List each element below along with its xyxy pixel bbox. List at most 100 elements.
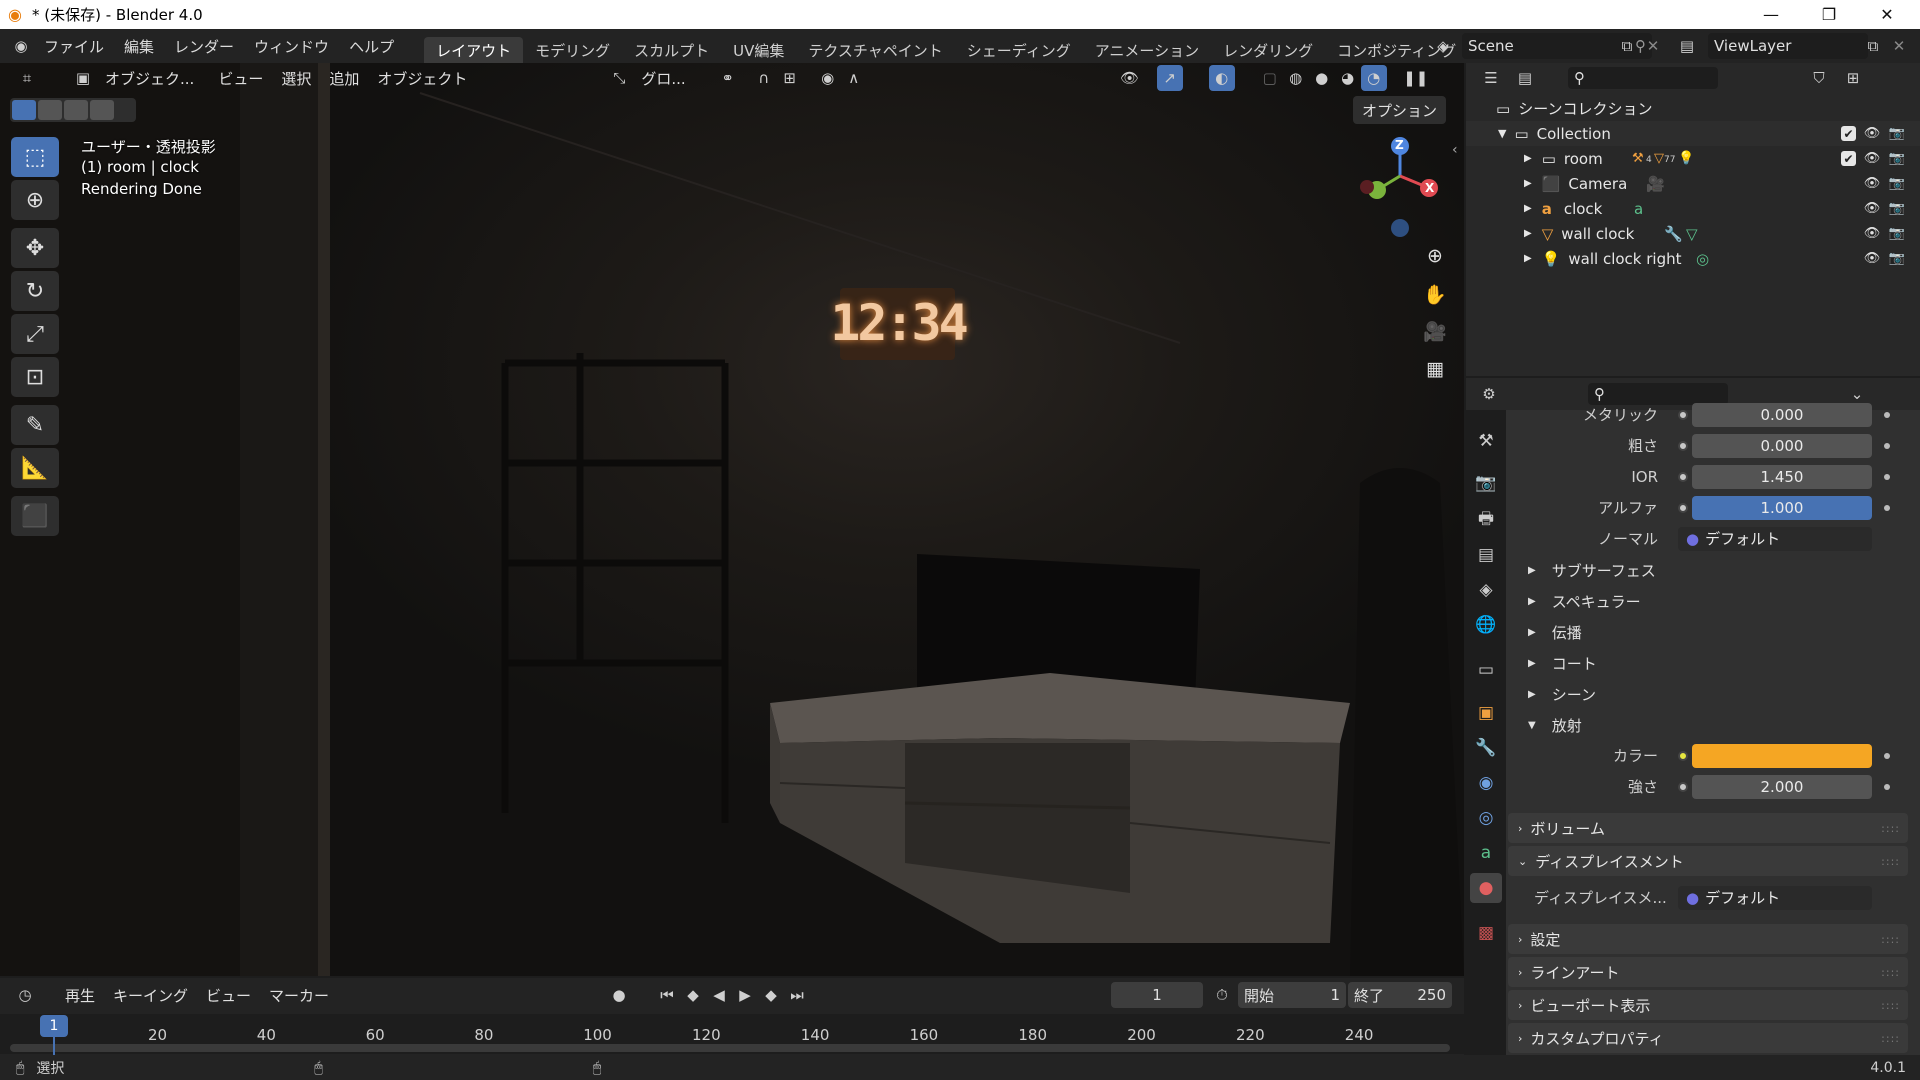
visibility-eye-icon[interactable]: 👁: [1863, 225, 1881, 243]
outliner-editor-icon[interactable]: ☰: [1478, 65, 1504, 91]
render-camera-icon[interactable]: 📷: [1888, 150, 1906, 168]
render-camera-icon[interactable]: 📷: [1888, 250, 1906, 268]
tab-uv[interactable]: UV編集: [721, 37, 796, 63]
outliner-item-camera[interactable]: ▶ ⬛ Camera 🎥 👁 📷: [1466, 171, 1920, 196]
expand-icon[interactable]: ▶: [1524, 203, 1532, 214]
outliner-item-room[interactable]: ▶ ▭ room ⚒ 4 ▽ 77 💡 ✔ 👁 📷: [1466, 146, 1920, 171]
subsection-transmission[interactable]: ▶ 伝播: [1512, 618, 1912, 646]
visibility-eye-icon[interactable]: 👁: [1863, 250, 1881, 268]
expand-icon[interactable]: ▶: [1524, 153, 1532, 164]
tool-tab-icon[interactable]: ⚒: [1470, 426, 1502, 456]
socket-dot[interactable]: [1678, 750, 1688, 761]
keyframe-dot[interactable]: [1884, 504, 1890, 511]
render-camera-icon[interactable]: 📷: [1888, 125, 1906, 143]
menu-edit[interactable]: 編集: [114, 29, 164, 63]
display-mode-icon[interactable]: ▤: [1512, 65, 1538, 91]
displacement-field[interactable]: ● デフォルト: [1678, 885, 1872, 910]
render-camera-icon[interactable]: 📷: [1888, 175, 1906, 193]
timeline-scrollbar[interactable]: [10, 1044, 1450, 1052]
emission-color-swatch[interactable]: [1692, 743, 1872, 768]
frame-end-field[interactable]: 終了 250: [1348, 982, 1452, 1008]
playhead-label[interactable]: 1: [40, 1015, 68, 1037]
play-icon[interactable]: ▶: [732, 982, 758, 1008]
visibility-eye-icon[interactable]: 👁: [1863, 150, 1881, 168]
normal-field[interactable]: ● デフォルト: [1678, 526, 1872, 551]
visibility-eye-icon[interactable]: 👁: [1863, 200, 1881, 218]
jump-start-icon[interactable]: ⏮: [654, 982, 680, 1008]
pan-hand-icon[interactable]: ✋: [1417, 278, 1453, 310]
annotate-tool[interactable]: ✎: [11, 405, 59, 445]
timeline-editor-icon[interactable]: ◷: [12, 982, 38, 1008]
scene-icon[interactable]: ◈: [1430, 33, 1456, 59]
move-tool[interactable]: ✥: [11, 228, 59, 268]
physics-tab-icon[interactable]: ◎: [1470, 803, 1502, 833]
editor-type-icon[interactable]: ⌗: [14, 65, 40, 91]
zoom-icon[interactable]: ⊕: [1417, 240, 1453, 272]
delete-view-layer-icon[interactable]: ✕: [1886, 33, 1912, 59]
tab-sculpt[interactable]: スカルプト: [622, 37, 721, 63]
drag-handle-icon[interactable]: ::::: [1881, 1032, 1900, 1045]
play-reverse-icon[interactable]: ◀: [706, 982, 732, 1008]
record-icon[interactable]: ●: [606, 982, 632, 1008]
tab-texture-paint[interactable]: テクスチャペイント: [796, 37, 954, 63]
rotate-tool[interactable]: ↻: [11, 271, 59, 311]
3d-viewport[interactable]: 12:34: [0, 63, 1464, 976]
render-camera-icon[interactable]: 📷: [1888, 200, 1906, 218]
menu-add[interactable]: 追加: [320, 64, 368, 92]
keying-menu[interactable]: キーイング: [104, 981, 197, 1009]
menu-file[interactable]: ファイル: [34, 29, 114, 63]
view-layer-tab-icon[interactable]: ▤: [1470, 540, 1502, 570]
view-layer-field[interactable]: ViewLayer: [1708, 33, 1868, 59]
socket-dot[interactable]: [1678, 440, 1688, 451]
metallic-field[interactable]: 0.000: [1692, 402, 1872, 427]
falloff-icon[interactable]: ∧: [841, 65, 867, 91]
outliner-root[interactable]: ▭ シーンコレクション: [1466, 96, 1920, 121]
drag-handle-icon[interactable]: ::::: [1881, 999, 1900, 1012]
tab-animation[interactable]: アニメーション: [1083, 37, 1211, 63]
drag-handle-icon[interactable]: ::::: [1881, 822, 1900, 835]
options-dropdown[interactable]: オプション: [1353, 96, 1447, 124]
menu-render[interactable]: レンダー: [164, 29, 244, 63]
collection-row[interactable]: ▼ ▭ Collection ✔ 👁 📷: [1466, 121, 1920, 146]
current-frame-field[interactable]: 1: [1111, 982, 1203, 1008]
drag-handle-icon[interactable]: ::::: [1881, 933, 1900, 946]
keyframe-dot[interactable]: [1884, 411, 1890, 418]
new-scene-icon[interactable]: ⧉: [1614, 33, 1640, 59]
roughness-field[interactable]: 0.000: [1692, 433, 1872, 458]
menu-window[interactable]: ウィンドウ: [244, 29, 339, 63]
tab-rendering[interactable]: レンダリング: [1211, 37, 1325, 63]
expand-icon[interactable]: ▶: [1524, 178, 1532, 189]
timeline-view-menu[interactable]: ビュー: [197, 981, 260, 1009]
select-box-tool[interactable]: ⬚: [11, 137, 59, 177]
pause-render-icon[interactable]: ❚❚: [1403, 65, 1429, 91]
proportional-edit-icon[interactable]: ◉: [815, 65, 841, 91]
solid-shading-icon[interactable]: ●: [1309, 65, 1335, 91]
add-cube-tool[interactable]: ⬛: [11, 496, 59, 536]
panel-lineart[interactable]: › ラインアート::::: [1508, 957, 1908, 987]
snap-icon[interactable]: ∩: [751, 65, 777, 91]
render-tab-icon[interactable]: 📷: [1470, 468, 1502, 498]
outliner-item-wall-clock[interactable]: ▶ ▽ wall clock 🔧 ▽ 👁 📷: [1466, 221, 1920, 246]
keyframe-dot[interactable]: [1884, 473, 1890, 480]
render-camera-icon[interactable]: 📷: [1888, 225, 1906, 243]
gizmo-toggle-icon[interactable]: ↗: [1156, 65, 1183, 91]
snap-target-icon[interactable]: ⊞: [777, 65, 803, 91]
properties-editor-icon[interactable]: ⚙: [1476, 381, 1502, 407]
new-collection-icon[interactable]: ⊞: [1840, 65, 1866, 91]
subsection-specular[interactable]: ▶ スペキュラー: [1512, 587, 1912, 615]
perspective-toggle-icon[interactable]: ▦: [1417, 353, 1453, 385]
modifier-tab-icon[interactable]: 🔧: [1470, 733, 1502, 763]
subsection-sheen[interactable]: ▶ シーン: [1512, 680, 1912, 708]
world-tab-icon[interactable]: 🌐: [1470, 610, 1502, 640]
expand-icon[interactable]: ▶: [1524, 253, 1532, 264]
marker-menu[interactable]: マーカー: [260, 981, 338, 1009]
camera-view-icon[interactable]: 🎥: [1417, 315, 1453, 347]
view-layer-icon[interactable]: ▤: [1674, 33, 1700, 59]
socket-dot[interactable]: [1678, 471, 1688, 482]
drag-handle-icon[interactable]: ::::: [1881, 855, 1900, 868]
filter-icon[interactable]: ⛉: [1806, 65, 1832, 91]
texture-tab-icon[interactable]: ▩: [1470, 918, 1502, 948]
exclude-checkbox[interactable]: ✔: [1841, 126, 1856, 141]
close-button[interactable]: ✕: [1858, 0, 1916, 29]
menu-help[interactable]: ヘルプ: [339, 29, 404, 63]
